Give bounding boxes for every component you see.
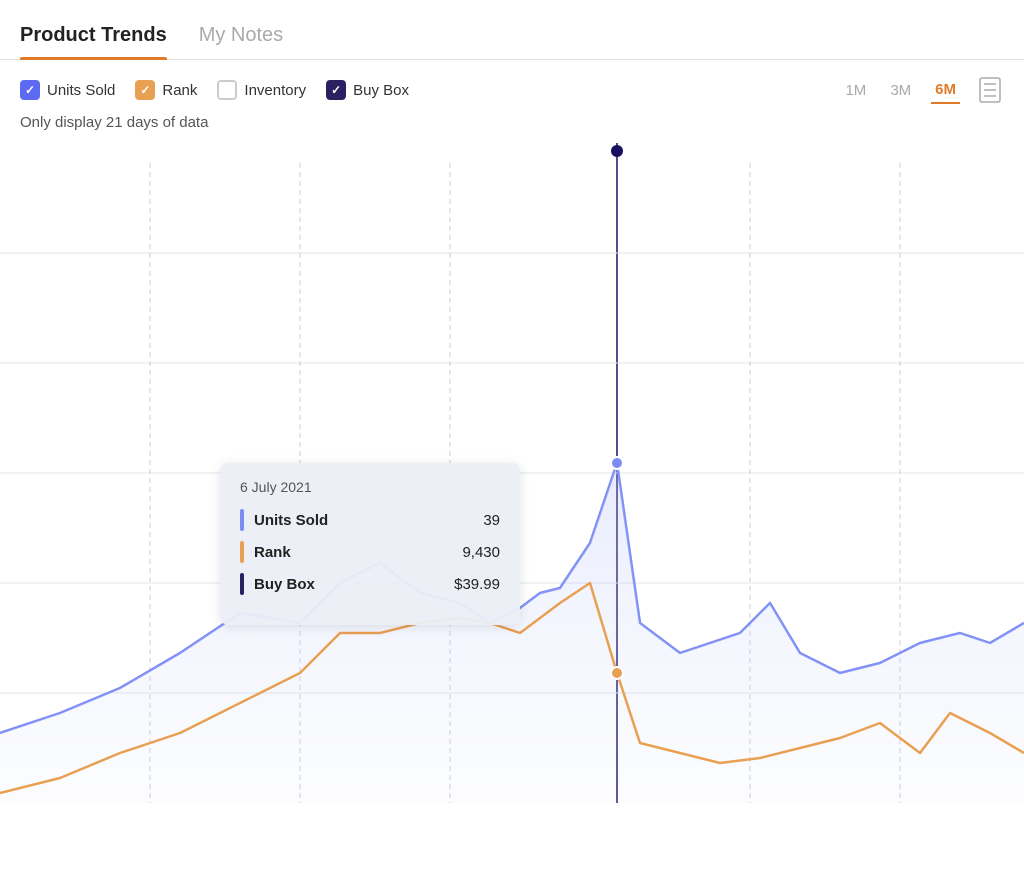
checkbox-rank[interactable]: ✓: [135, 80, 155, 100]
chart-area[interactable]: 6 July 2021 Units Sold 39 Rank 9,430 Buy…: [0, 143, 1024, 803]
product-trends-container: Product Trends My Notes ✓ Units Sold ✓ R…: [0, 0, 1024, 803]
tooltip-indicator-units-sold: [240, 509, 244, 531]
time-btn-3m[interactable]: 3M: [886, 78, 915, 103]
chart-tooltip: 6 July 2021 Units Sold 39 Rank 9,430 Buy…: [220, 463, 520, 625]
checkbox-inventory[interactable]: [217, 80, 237, 100]
checkbox-units-sold[interactable]: ✓: [20, 80, 40, 100]
controls-row: ✓ Units Sold ✓ Rank Inventory ✓: [0, 60, 1024, 104]
tooltip-row-buy-box: Buy Box $39.99: [240, 573, 500, 595]
tooltip-indicator-rank: [240, 541, 244, 563]
filter-units-sold[interactable]: ✓ Units Sold: [20, 80, 115, 100]
tooltip-row-rank: Rank 9,430: [240, 541, 500, 563]
filter-rank[interactable]: ✓ Rank: [135, 80, 197, 100]
filter-inventory[interactable]: Inventory: [217, 80, 306, 100]
tooltip-date: 6 July 2021: [240, 479, 500, 495]
notice-text: Only display 21 days of data: [0, 104, 1024, 131]
time-btn-1m[interactable]: 1M: [841, 78, 870, 103]
tooltip-indicator-buy-box: [240, 573, 244, 595]
tab-bar: Product Trends My Notes: [0, 0, 1024, 60]
tooltip-row-units-sold: Units Sold 39: [240, 509, 500, 531]
time-btn-6m[interactable]: 6M: [931, 77, 960, 104]
checkbox-buy-box[interactable]: ✓: [326, 80, 346, 100]
filter-group: ✓ Units Sold ✓ Rank Inventory ✓: [20, 80, 817, 100]
chart-settings-icon[interactable]: [976, 76, 1004, 104]
filter-buy-box[interactable]: ✓ Buy Box: [326, 80, 409, 100]
tab-product-trends[interactable]: Product Trends: [20, 24, 167, 59]
tab-my-notes[interactable]: My Notes: [199, 24, 283, 59]
time-range-selector: 1M 3M 6M: [841, 76, 1004, 104]
